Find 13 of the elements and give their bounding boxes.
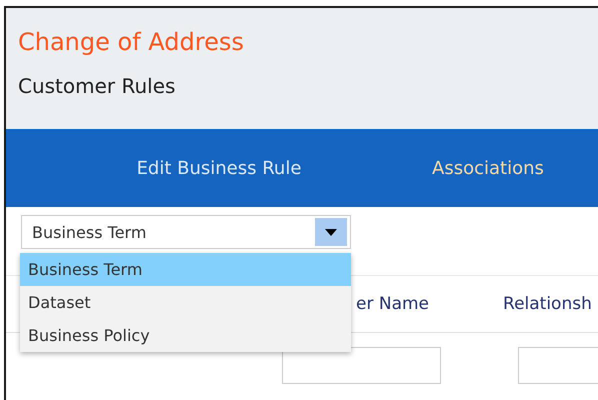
page-subtitle: Customer Rules: [18, 74, 176, 98]
page-title: Change of Address: [18, 28, 245, 56]
dropdown-option[interactable]: Business Policy: [20, 319, 351, 352]
column-header: er Name: [356, 294, 430, 314]
dropdown-value: Business Term: [32, 222, 146, 242]
caret-icon[interactable]: [315, 218, 347, 246]
tab[interactable]: Edit Business Rule: [6, 158, 432, 178]
type-dropdown[interactable]: Business Term: [21, 215, 351, 249]
filter-field[interactable]: [282, 347, 441, 384]
dropdown-option[interactable]: Dataset: [20, 286, 351, 319]
tab[interactable]: Associations: [432, 158, 592, 178]
column-header: Relationsh: [503, 294, 592, 314]
dropdown-option[interactable]: Business Term: [20, 253, 351, 286]
